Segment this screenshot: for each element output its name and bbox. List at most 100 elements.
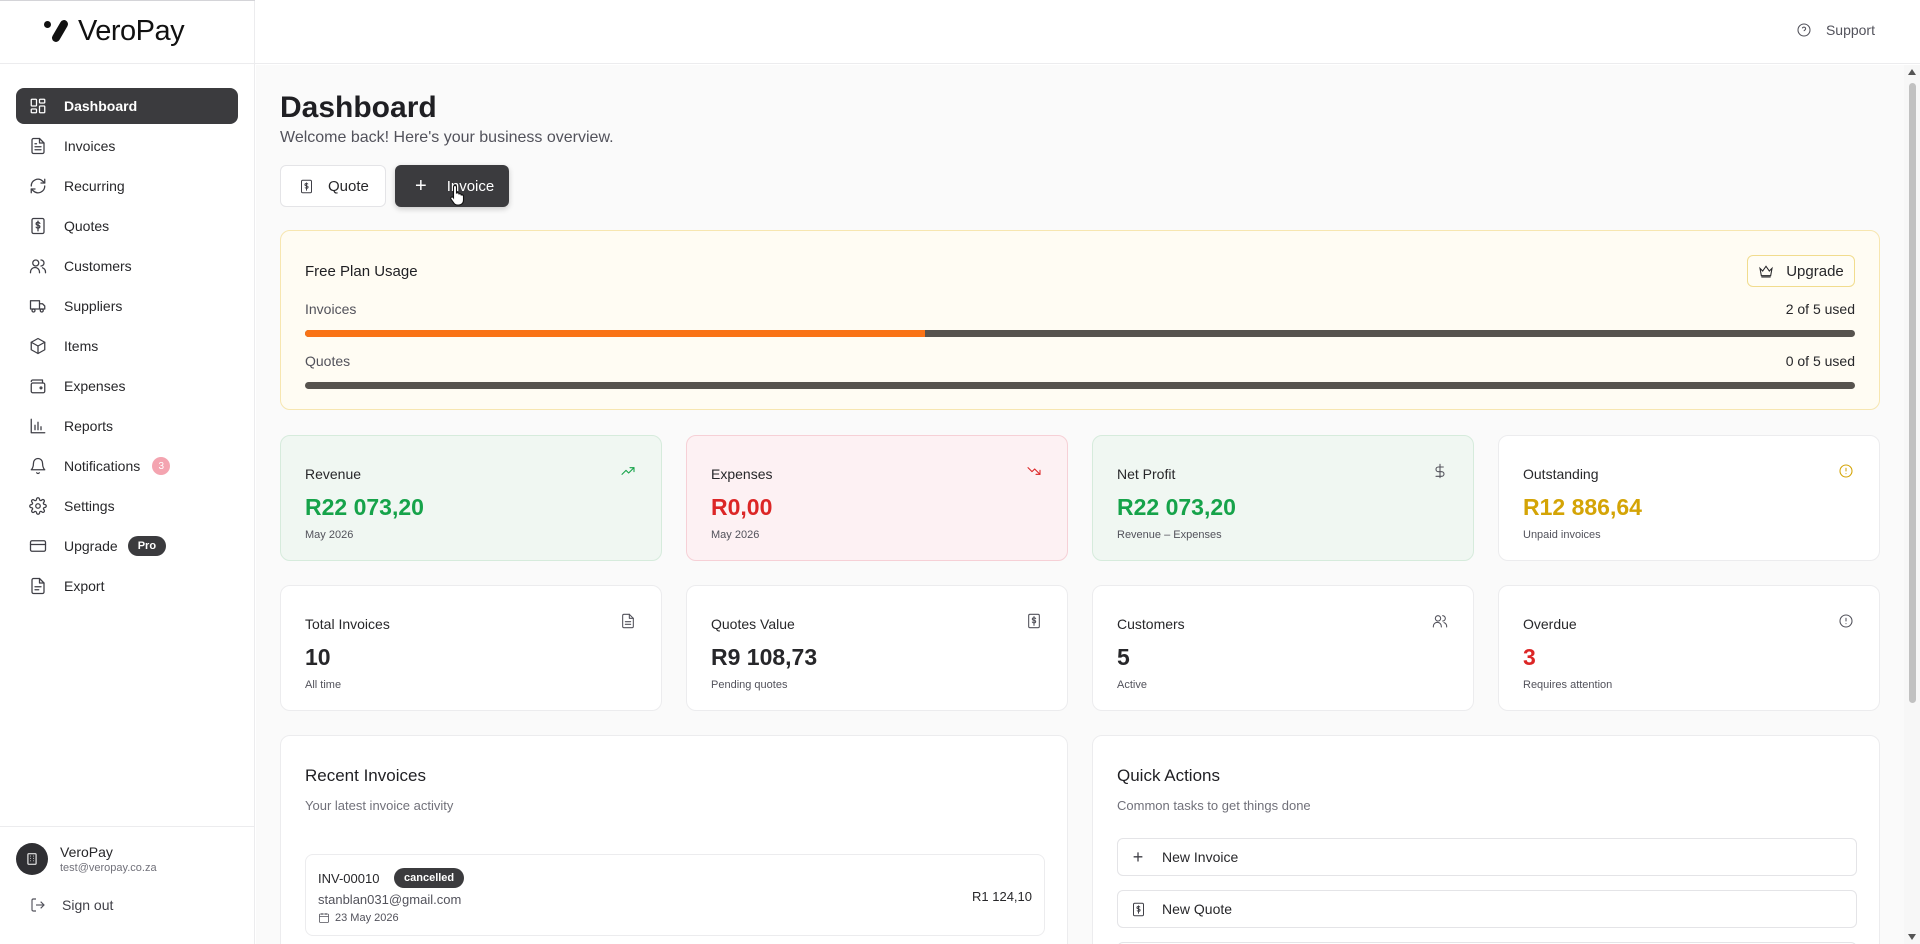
user-email: test@veropay.co.za (60, 862, 157, 874)
sidebar-item-upgrade[interactable]: Upgrade Pro (16, 528, 238, 564)
sidebar-item-quotes[interactable]: Quotes (16, 208, 238, 244)
dollar-file-icon (1130, 902, 1146, 917)
sidebar-item-invoices[interactable]: Invoices (16, 128, 238, 164)
card-label: Net Profit (1117, 466, 1176, 482)
revenue-value: R22 073,20 (305, 494, 424, 520)
building-icon (27, 853, 37, 865)
new-quote-button[interactable]: Quote (280, 165, 386, 207)
trending-down-icon (1025, 462, 1043, 480)
help-circle-icon (1797, 23, 1811, 37)
recent-invoices-title: Recent Invoices (305, 766, 426, 785)
sidebar-item-label: Notifications (64, 458, 141, 474)
customers-card[interactable]: Customers 5 Active (1092, 585, 1474, 711)
upgrade-button[interactable]: Upgrade (1747, 255, 1855, 287)
sign-out-button[interactable]: Sign out (16, 897, 239, 913)
recent-invoices-subtitle: Your latest invoice activity (305, 798, 454, 813)
alert-circle-icon (1837, 462, 1855, 480)
sidebar-item-settings[interactable]: Settings (16, 488, 238, 524)
sidebar-item-notifications[interactable]: Notifications 3 (16, 448, 238, 484)
bar-chart-icon (28, 416, 48, 436)
calendar-icon (319, 913, 329, 923)
vertical-scrollbar[interactable] (1904, 65, 1920, 944)
pro-badge: Pro (127, 536, 167, 556)
trending-up-icon (619, 462, 637, 480)
sidebar-item-suppliers[interactable]: Suppliers (16, 288, 238, 324)
dashboard-icon (28, 96, 48, 116)
quotes-usage-value: 0 of 5 used (1785, 353, 1855, 369)
card-label: Customers (1117, 616, 1185, 632)
quotes-value-card[interactable]: Quotes Value R9 108,73 Pending quotes (686, 585, 1068, 711)
sidebar-item-label: Customers (64, 258, 132, 274)
sidebar-item-reports[interactable]: Reports (16, 408, 238, 444)
sidebar-item-label: Upgrade (64, 538, 118, 554)
app-logo[interactable]: VeroPay (0, 0, 254, 64)
expenses-value: R0,00 (711, 494, 773, 520)
quick-actions-title: Quick Actions (1117, 766, 1220, 785)
invoice-amount: R1 124,10 (972, 889, 1032, 904)
top-bar: Support (255, 0, 1920, 64)
quotes-usage-bar (305, 382, 1855, 389)
expenses-card[interactable]: Expenses R0,00 May 2026 (686, 435, 1068, 561)
support-label: Support (1825, 22, 1875, 38)
overdue-value: 3 (1523, 644, 1536, 670)
sidebar-item-recurring[interactable]: Recurring (16, 168, 238, 204)
sidebar-item-label: Dashboard (64, 98, 138, 114)
card-label: Overdue (1523, 616, 1577, 632)
recent-invoices-panel: Recent Invoices Your latest invoice acti… (280, 735, 1068, 944)
sidebar-item-label: Suppliers (64, 298, 123, 314)
log-out-icon (31, 898, 45, 912)
scroll-up-arrow-icon[interactable] (1908, 69, 1916, 75)
card-subtitle: May 2026 (711, 529, 760, 541)
sidebar-item-label: Export (64, 578, 105, 594)
upgrade-button-label: Upgrade (1786, 262, 1844, 280)
veropay-logo-icon (42, 18, 72, 45)
crown-icon (1759, 265, 1774, 278)
sidebar-item-label: Quotes (64, 218, 110, 234)
card-subtitle: Pending quotes (711, 679, 788, 691)
card-subtitle: Requires attention (1523, 679, 1613, 691)
quick-actions-panel: Quick Actions Common tasks to get things… (1092, 735, 1880, 944)
card-label: Outstanding (1523, 466, 1599, 482)
page-title: Dashboard (280, 91, 437, 124)
sidebar-item-dashboard[interactable]: Dashboard (16, 88, 238, 124)
file-text-icon (619, 612, 637, 630)
invoices-usage-bar (305, 330, 1855, 337)
dollar-icon (1431, 462, 1449, 480)
invoices-usage-value: 2 of 5 used (1785, 301, 1855, 317)
export-icon (28, 576, 48, 596)
scrollbar-thumb[interactable] (1909, 83, 1916, 703)
invoice-list-item[interactable]: INV-00010 cancelled stanblan031@gmail.co… (305, 854, 1045, 936)
sidebar-item-export[interactable]: Export (16, 568, 238, 604)
user-profile[interactable]: VeroPay test@veropay.co.za (16, 843, 239, 875)
quick-new-invoice-button[interactable]: + New Invoice (1117, 838, 1857, 876)
sidebar-item-items[interactable]: Items (16, 328, 238, 364)
truck-icon (28, 296, 48, 316)
sidebar-item-label: Settings (64, 498, 115, 514)
outstanding-value: R12 886,64 (1523, 494, 1642, 520)
sidebar-nav: Dashboard Invoices Recurring Quotes Cust… (0, 64, 254, 604)
invoice-date-text: 23 May 2026 (335, 912, 399, 924)
quotes-value-value: R9 108,73 (711, 644, 818, 670)
bell-icon (28, 456, 48, 476)
card-label: Total Invoices (305, 616, 390, 632)
invoice-customer-email: stanblan031@gmail.com (318, 892, 462, 907)
sidebar-item-customers[interactable]: Customers (16, 248, 238, 284)
refresh-icon (28, 176, 48, 196)
support-link[interactable]: Support (1796, 22, 1875, 38)
card-subtitle: All time (305, 679, 342, 691)
hand-pointer-cursor-icon (450, 184, 465, 206)
alert-circle-icon (1837, 612, 1855, 630)
dollar-file-icon (301, 179, 312, 193)
scroll-down-arrow-icon[interactable] (1908, 934, 1916, 940)
status-badge: cancelled (394, 868, 465, 888)
quick-new-quote-button[interactable]: New Quote (1117, 890, 1857, 928)
net-profit-card[interactable]: Net Profit R22 073,20 Revenue – Expenses (1092, 435, 1474, 561)
revenue-card[interactable]: Revenue R22 073,20 May 2026 (280, 435, 662, 561)
users-icon (1431, 612, 1449, 630)
total-invoices-card[interactable]: Total Invoices 10 All time (280, 585, 662, 711)
app-name: VeroPay (78, 15, 185, 47)
overdue-card[interactable]: Overdue 3 Requires attention (1498, 585, 1880, 711)
outstanding-card[interactable]: Outstanding R12 886,64 Unpaid invoices (1498, 435, 1880, 561)
sidebar-item-expenses[interactable]: Expenses (16, 368, 238, 404)
customers-value: 5 (1117, 644, 1130, 670)
